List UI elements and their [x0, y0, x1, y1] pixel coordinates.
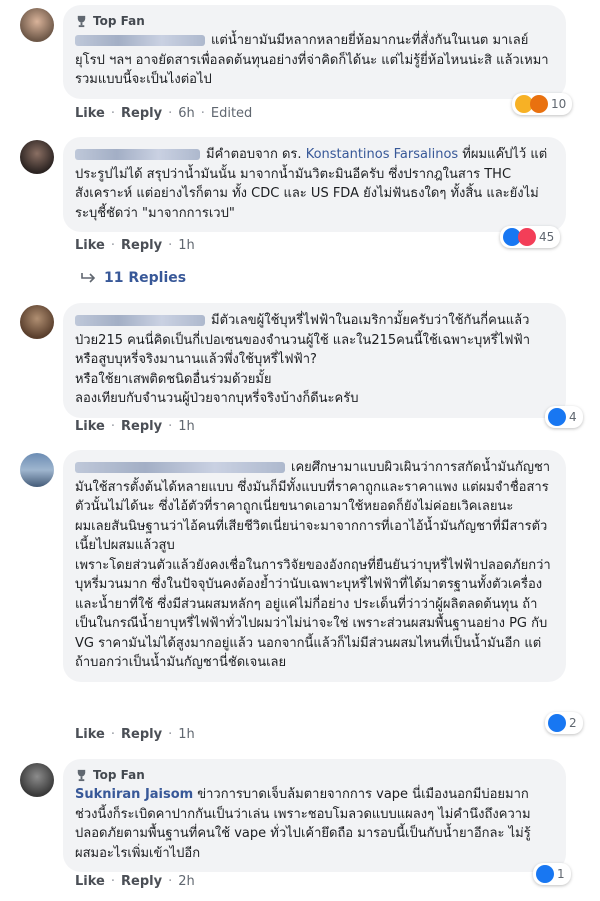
like-button[interactable]: Like [75, 419, 105, 434]
edited-label[interactable]: Edited [211, 106, 252, 121]
comment-text: มีตัวเลขผู้ใช้บุหรี่ไฟฟ้าในอเมริกามั้ยคร… [75, 313, 530, 406]
like-button[interactable]: Like [75, 106, 105, 121]
reaction-summary[interactable]: 10 [512, 93, 573, 115]
commenter-name-blurred[interactable] [75, 462, 285, 473]
reply-button[interactable]: Reply [121, 727, 162, 742]
trophy-icon [77, 769, 86, 781]
commenter-name-blurred[interactable] [75, 149, 200, 160]
comment-actions: Like · Reply · 1h [75, 419, 195, 434]
comment-text: Sukniran Jaisom ข่าวการบาดเจ็บล้มตายจากกา… [75, 787, 533, 861]
commenter-name-blurred[interactable] [75, 315, 205, 326]
top-fan-badge: Top Fan [75, 13, 554, 29]
like-button[interactable]: Like [75, 727, 105, 742]
comment-actions: Like · Reply · 6h · Edited [75, 106, 253, 121]
avatar[interactable] [20, 305, 54, 339]
comment-bubble: มีตัวเลขผู้ใช้บุหรี่ไฟฟ้าในอเมริกามั้ยคร… [63, 303, 566, 418]
love-icon [518, 228, 536, 246]
comment-bubble: มีคำตอบจาก ดร. Konstantinos Farsalinos ท… [63, 137, 566, 232]
like-button[interactable]: Like [75, 874, 105, 889]
comment-text: แต่น้ำยามันมีหลากหลายยี่ห้อมากนะที่สั่งก… [75, 33, 549, 87]
commenter-name[interactable]: Sukniran Jaisom [75, 787, 193, 802]
reply-button[interactable]: Reply [121, 238, 162, 253]
avatar[interactable] [20, 8, 54, 42]
comment-bubble: Top Fan Sukniran Jaisom ข่าวการบาดเจ็บล้ม… [63, 759, 566, 872]
like-icon [548, 408, 566, 426]
timestamp[interactable]: 6h [178, 106, 195, 121]
like-button[interactable]: Like [75, 238, 105, 253]
comment-actions: Like · Reply · 1h [75, 727, 195, 742]
reaction-summary[interactable]: 4 [545, 406, 583, 428]
top-fan-badge: Top Fan [75, 767, 554, 783]
reply-button[interactable]: Reply [121, 106, 162, 121]
timestamp[interactable]: 1h [178, 238, 195, 253]
avatar[interactable] [20, 453, 54, 487]
comment-bubble: Top Fan แต่น้ำยามันมีหลากหลายยี่ห้อมากนะ… [63, 5, 566, 99]
view-replies-link[interactable]: 11 Replies [80, 270, 186, 286]
comment-text: มีคำตอบจาก ดร. Konstantinos Farsalinos ท… [75, 147, 548, 221]
comment-actions: Like · Reply · 1h [75, 238, 195, 253]
reply-button[interactable]: Reply [121, 419, 162, 434]
timestamp[interactable]: 2h [178, 874, 195, 889]
reply-arrow-icon [81, 273, 96, 283]
reaction-summary[interactable]: 1 [533, 863, 571, 885]
commenter-name-blurred[interactable] [75, 35, 205, 46]
avatar[interactable] [20, 763, 54, 797]
like-icon [548, 714, 566, 732]
angry-icon [530, 95, 548, 113]
comment-bubble: เคยศึกษามาแบบผิวเผินว่าการสกัดน้ำมันกัญช… [63, 450, 566, 682]
trophy-icon [77, 15, 86, 27]
avatar[interactable] [20, 140, 54, 174]
timestamp[interactable]: 1h [178, 419, 195, 434]
mention-link[interactable]: Konstantinos Farsalinos [306, 147, 458, 162]
comment-text: เคยศึกษามาแบบผิวเผินว่าการสกัดน้ำมันกัญช… [75, 460, 551, 670]
reaction-summary[interactable]: 2 [545, 712, 583, 734]
like-icon [536, 865, 554, 883]
timestamp[interactable]: 1h [178, 727, 195, 742]
reaction-summary[interactable]: 45 [500, 226, 561, 248]
comment-actions: Like · Reply · 2h [75, 874, 195, 889]
reply-button[interactable]: Reply [121, 874, 162, 889]
